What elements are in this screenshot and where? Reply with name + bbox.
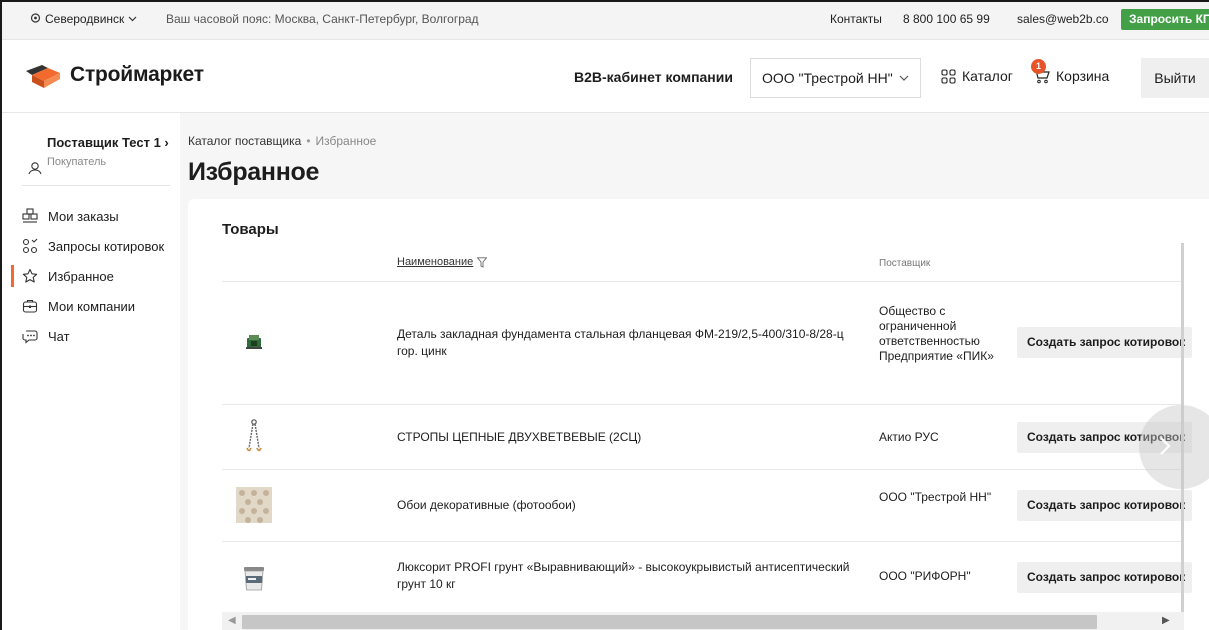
- wallpaper-thumb: [234, 485, 274, 525]
- scrollbar-thumb[interactable]: [242, 615, 1097, 629]
- city-label: Северодвинск: [45, 12, 125, 26]
- logo-icon: [26, 65, 60, 88]
- orders-icon: [22, 208, 38, 224]
- product-supplier: ООО "РИФОРН": [879, 569, 971, 583]
- sidebar-item-label: Мои компании: [48, 298, 136, 314]
- user-role: Покупатель: [47, 156, 107, 168]
- primer-bucket-thumb: [234, 559, 274, 599]
- sidebar-item-label: Избранное: [48, 268, 114, 284]
- breadcrumb-parent[interactable]: Каталог поставщика: [188, 134, 301, 148]
- request-kp-button[interactable]: Запросить КП: [1121, 9, 1209, 30]
- user-name-text: Поставщик Тест 1: [47, 135, 161, 150]
- company-icon: [22, 298, 38, 314]
- product-name[interactable]: СТРОПЫ ЦЕПНЫЕ ДВУХВЕТВЕВЫЕ (2СЦ): [397, 429, 857, 446]
- company-select[interactable]: ООО "Трестрой НН": [750, 58, 921, 98]
- filter-icon[interactable]: [477, 256, 488, 268]
- product-supplier: Общество с ограниченной ответственностью…: [879, 304, 994, 363]
- contacts-link[interactable]: Контакты: [830, 12, 882, 26]
- flange-thumb: [234, 322, 274, 362]
- create-quote-button[interactable]: Создать запрос котировок: [1017, 327, 1192, 358]
- product-name[interactable]: Обои декоративные (фотообои): [397, 497, 857, 514]
- sidebar-nav: Мои заказы Запросы котировок Избранное М…: [0, 201, 180, 351]
- breadcrumb-current: Избранное: [315, 134, 377, 148]
- chevron-down-icon: [128, 16, 137, 22]
- sidebar: Поставщик Тест 1 › Покупатель Мои заказы…: [0, 113, 180, 630]
- timezone-text: Ваш часовой пояс: Москва, Санкт-Петербур…: [166, 12, 479, 26]
- table-row[interactable]: Обои декоративные (фотообои) ООО "Трестр…: [222, 470, 1192, 541]
- chevron-down-icon: [899, 75, 909, 81]
- location-pin-icon: [30, 13, 41, 23]
- user-name[interactable]: Поставщик Тест 1 ›: [47, 135, 169, 150]
- table-row[interactable]: Люксорит PROFI грунт «Выравнивающий» - в…: [222, 542, 1192, 612]
- top-info-bar: Северодвинск Ваш часовой пояс: Москва, С…: [0, 0, 1209, 40]
- city-selector[interactable]: Северодвинск: [30, 12, 137, 26]
- section-title: Товары: [222, 221, 279, 238]
- b2b-cabinet-label: B2B-кабинет компании: [574, 69, 733, 85]
- scroll-right-arrow-icon[interactable]: ▶: [1162, 615, 1170, 626]
- sidebar-item-chat[interactable]: Чат: [0, 321, 180, 351]
- cart-label: Корзина: [1056, 68, 1110, 84]
- user-icon: [28, 162, 42, 175]
- create-quote-button[interactable]: Создать запрос котировок: [1017, 490, 1192, 521]
- main-header: Строймаркет B2B-кабинет компании ООО "Тр…: [0, 40, 1209, 113]
- horizontal-scrollbar[interactable]: ◀ ▶: [222, 612, 1184, 630]
- product-name[interactable]: Деталь закладная фундамента стальная фла…: [397, 326, 857, 360]
- column-header-name[interactable]: Наименование: [397, 256, 488, 268]
- sidebar-divider: [22, 185, 170, 186]
- table-row[interactable]: Деталь закладная фундамента стальная фла…: [222, 282, 1192, 403]
- quotes-icon: [22, 238, 38, 254]
- grid-icon: [941, 68, 956, 84]
- sidebar-item-label: Мои заказы: [48, 208, 119, 224]
- product-name[interactable]: Люксорит PROFI грунт «Выравнивающий» - в…: [397, 559, 857, 593]
- breadcrumb: Каталог поставщика • Избранное: [188, 134, 376, 148]
- page-title: Избранное: [188, 158, 320, 186]
- cart-count-badge: 1: [1031, 59, 1046, 74]
- column-header-name-label: Наименование: [397, 256, 474, 268]
- chat-icon: [22, 328, 38, 344]
- sidebar-item-label: Чат: [48, 328, 70, 344]
- logout-button[interactable]: Выйти: [1141, 58, 1209, 98]
- email-link[interactable]: sales@web2b.co: [1017, 12, 1109, 26]
- scroll-left-arrow-icon[interactable]: ◀: [228, 615, 236, 626]
- logo-text: Строймаркет: [70, 63, 204, 86]
- favorites-card: Товары Наименование Поставщик Деталь зак…: [188, 199, 1209, 630]
- breadcrumb-separator: •: [306, 134, 311, 148]
- product-supplier: Актио РУС: [879, 430, 939, 444]
- product-supplier: ООО "Трестрой НН": [879, 490, 992, 504]
- sidebar-item-label: Запросы котировок: [48, 238, 165, 254]
- catalog-label: Каталог: [962, 68, 1013, 84]
- sidebar-item-orders[interactable]: Мои заказы: [0, 201, 180, 231]
- column-header-supplier: Поставщик: [879, 258, 931, 269]
- catalog-link[interactable]: Каталог: [941, 68, 1013, 84]
- table-row[interactable]: СТРОПЫ ЦЕПНЫЕ ДВУХВЕТВЕВЫЕ (2СЦ) Актио Р…: [222, 405, 1192, 469]
- star-icon: [22, 268, 38, 284]
- company-select-value: ООО "Трестрой НН": [762, 70, 893, 86]
- logo[interactable]: Строймаркет: [26, 62, 204, 88]
- chain-sling-thumb: [234, 417, 274, 457]
- phone-link[interactable]: 8 800 100 65 99: [903, 12, 990, 26]
- sidebar-item-favorites[interactable]: Избранное: [0, 261, 180, 291]
- create-quote-button[interactable]: Создать запрос котировок: [1017, 562, 1192, 593]
- chevron-right-icon: [1160, 437, 1171, 455]
- sidebar-item-quotes[interactable]: Запросы котировок: [0, 231, 180, 261]
- sidebar-item-companies[interactable]: Мои компании: [0, 291, 180, 321]
